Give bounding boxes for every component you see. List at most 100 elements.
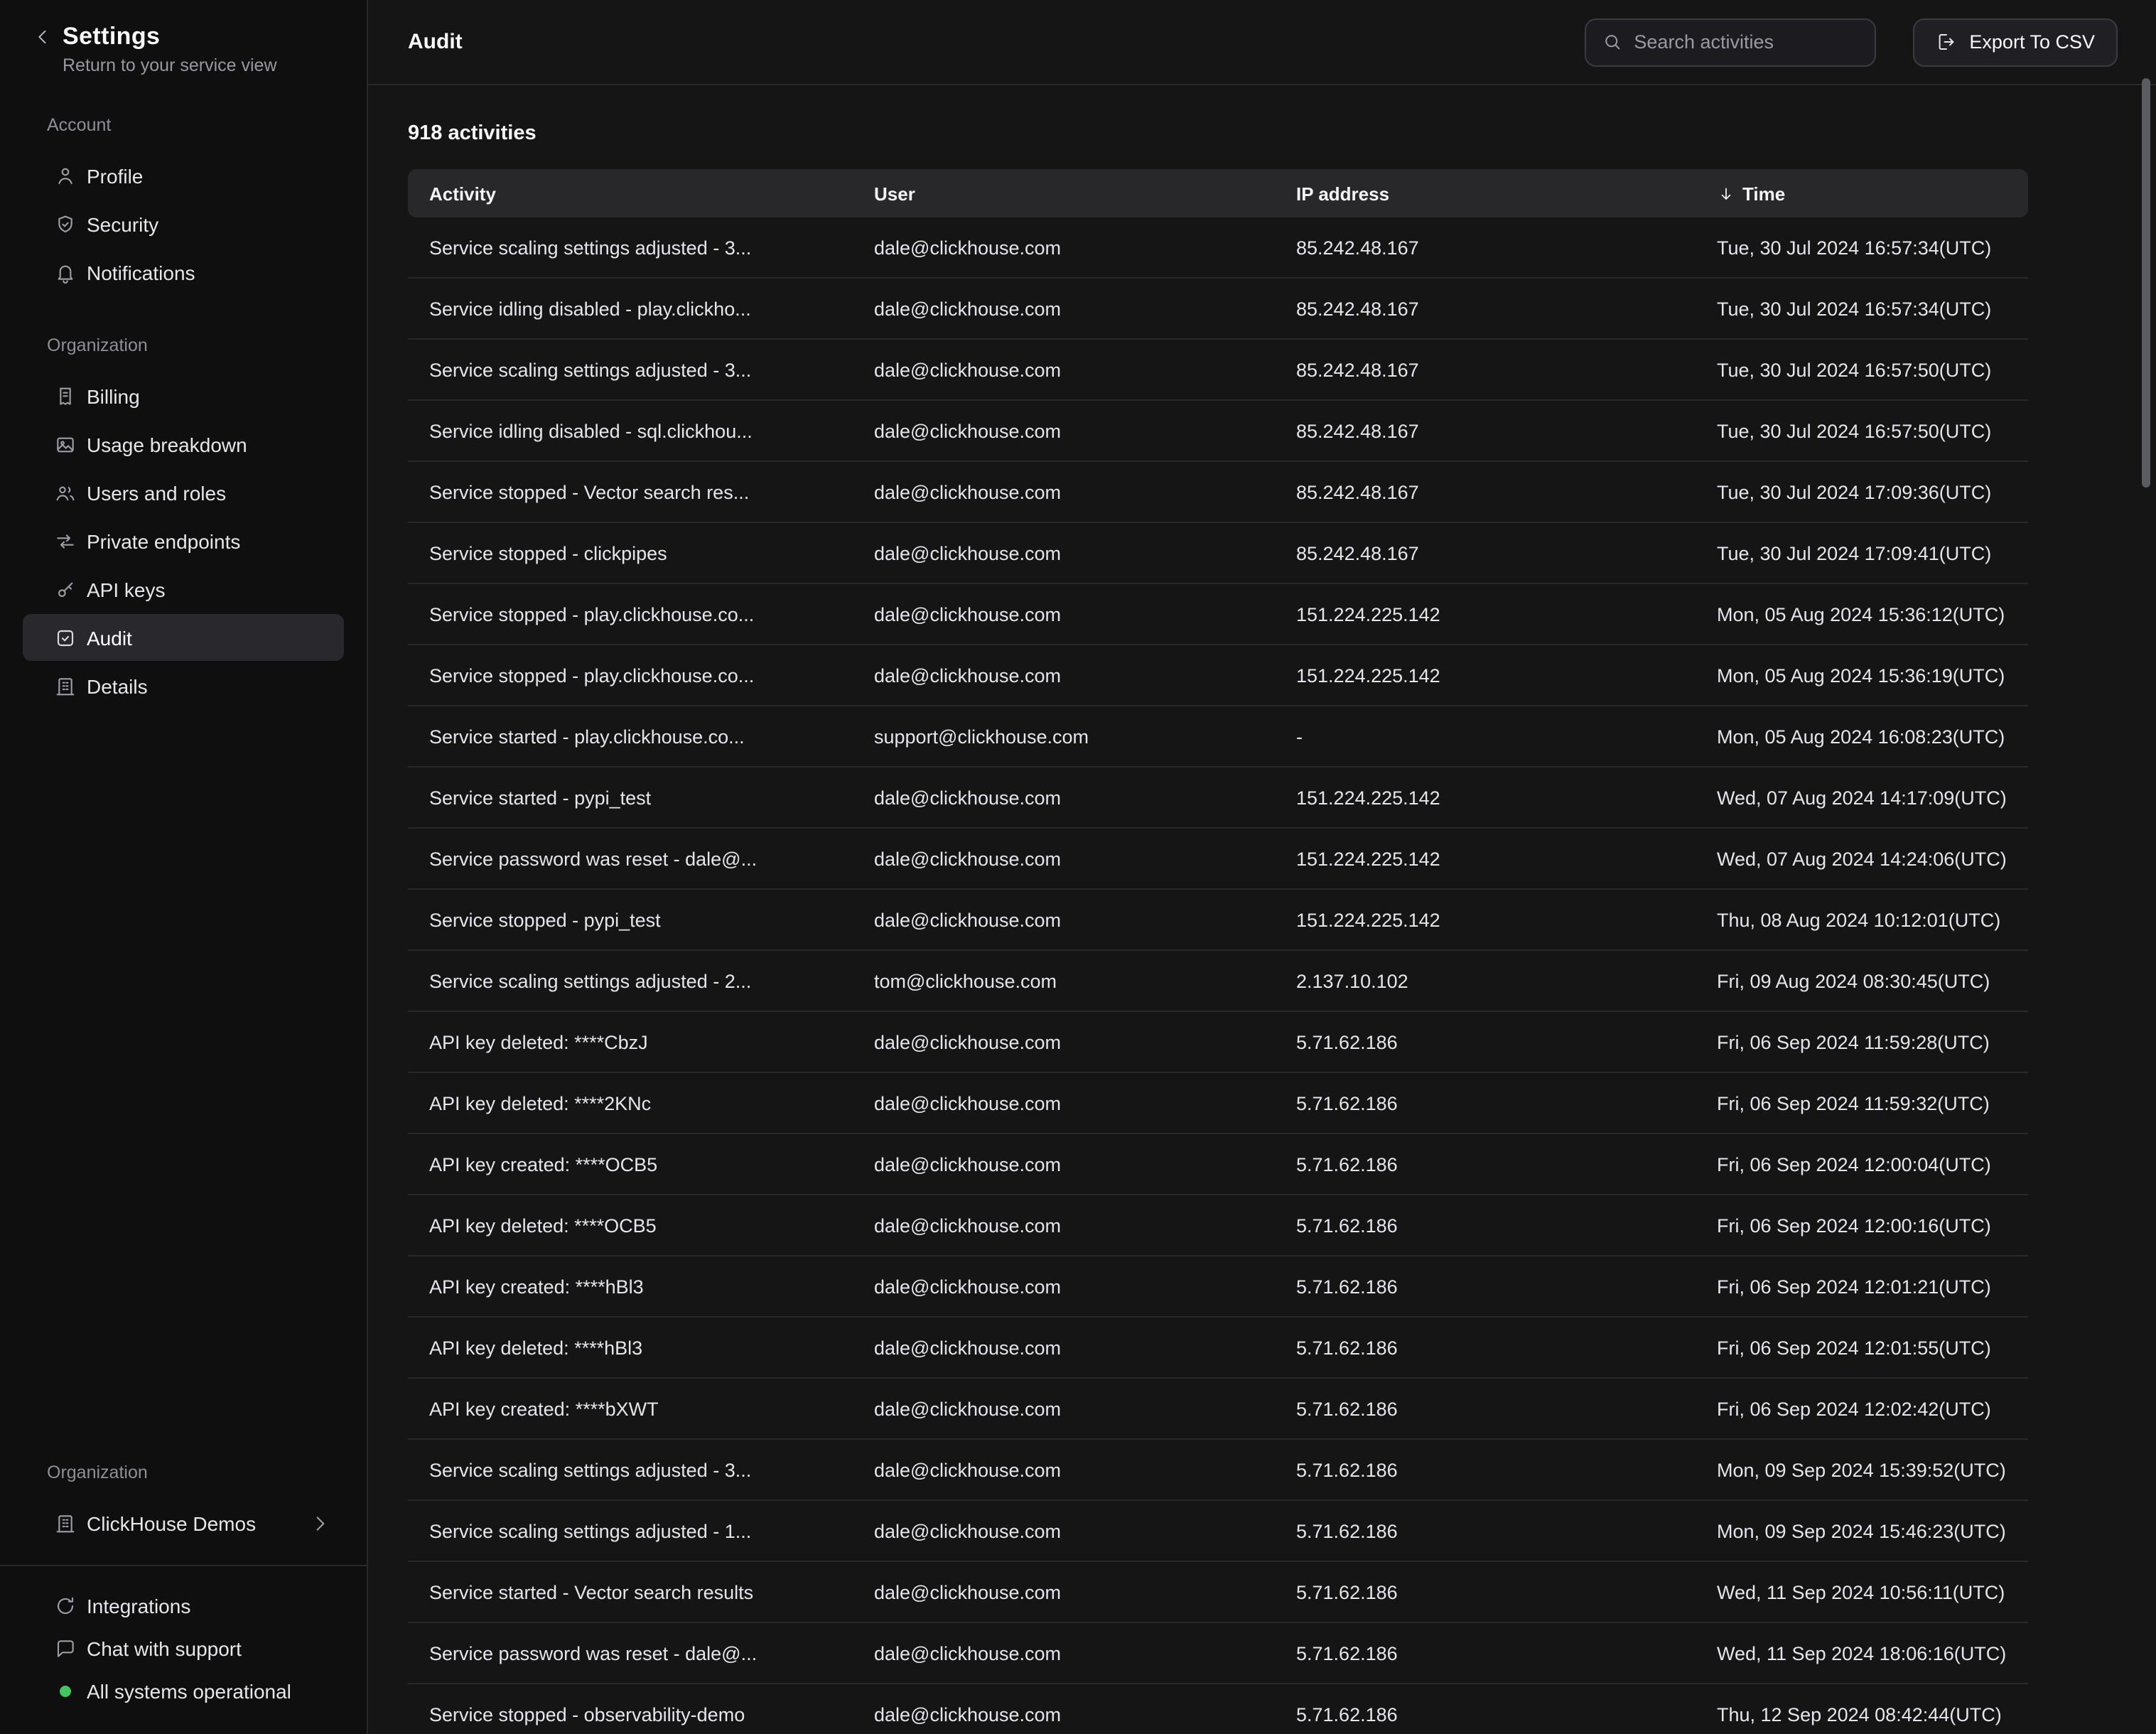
sidebar-item-users-and-roles[interactable]: Users and roles [23, 469, 344, 516]
table-row[interactable]: Service stopped - Vector search res... d… [408, 462, 2028, 523]
org-switcher[interactable]: ClickHouse Demos [23, 1499, 344, 1546]
table-row[interactable]: API key created: ****OCB5 dale@clickhous… [408, 1134, 2028, 1195]
ip-cell: 85.242.48.167 [1275, 237, 1696, 258]
table-row[interactable]: Service started - pypi_test dale@clickho… [408, 768, 2028, 829]
audit-table: Activity User IP address Time [408, 169, 2028, 1734]
user-cell: dale@clickhouse.com [853, 848, 1275, 869]
sidebar-item-chat-support[interactable]: Chat with support [0, 1627, 367, 1670]
topbar: Audit Export To CSV [368, 0, 2156, 85]
ip-cell: 5.71.62.186 [1275, 1337, 1696, 1358]
table-row[interactable]: Service stopped - observability-demo dal… [408, 1684, 2028, 1734]
table-row[interactable]: API key deleted: ****2KNc dale@clickhous… [408, 1073, 2028, 1134]
user-cell: dale@clickhouse.com [853, 1459, 1275, 1480]
search-box[interactable] [1584, 18, 1875, 66]
column-header-activity[interactable]: Activity [408, 183, 853, 204]
system-status[interactable]: All systems operational [0, 1670, 367, 1713]
account-nav: Profile Security Notifications [0, 152, 367, 296]
time-cell: Wed, 11 Sep 2024 18:06:16(UTC) [1696, 1642, 2028, 1664]
sidebar-item-integrations[interactable]: Integrations [0, 1585, 367, 1627]
column-header-time[interactable]: Time [1696, 183, 2028, 204]
table-row[interactable]: API key deleted: ****CbzJ dale@clickhous… [408, 1012, 2028, 1073]
export-csv-button[interactable]: Export To CSV [1912, 18, 2118, 66]
org-switcher-label: Organization [47, 1463, 367, 1482]
table-row[interactable]: API key deleted: ****OCB5 dale@clickhous… [408, 1195, 2028, 1256]
sidebar-item-api-keys[interactable]: API keys [23, 566, 344, 613]
sidebar-subtitle[interactable]: Return to your service view [63, 55, 344, 75]
table-row[interactable]: API key deleted: ****hBl3 dale@clickhous… [408, 1318, 2028, 1379]
table-row[interactable]: Service stopped - play.clickhouse.co... … [408, 584, 2028, 645]
search-icon [1601, 31, 1622, 53]
activity-cell: Service stopped - clickpipes [408, 542, 853, 564]
ip-cell: 85.242.48.167 [1275, 481, 1696, 502]
building-icon [54, 674, 77, 697]
user-cell: dale@clickhouse.com [853, 1337, 1275, 1358]
ip-cell: 151.224.225.142 [1275, 664, 1696, 686]
column-header-user[interactable]: User [853, 183, 1275, 204]
sidebar-item-profile[interactable]: Profile [23, 152, 344, 199]
table-row[interactable]: Service scaling settings adjusted - 3...… [408, 217, 2028, 279]
time-cell: Tue, 30 Jul 2024 17:09:41(UTC) [1696, 542, 2028, 564]
status-dot [54, 1680, 77, 1703]
sidebar-item-billing[interactable]: Billing [23, 372, 344, 419]
table-row[interactable]: Service stopped - clickpipes dale@clickh… [408, 523, 2028, 584]
activity-cell: Service stopped - pypi_test [408, 909, 853, 930]
table-row[interactable]: Service idling disabled - sql.clickhou..… [408, 401, 2028, 462]
organization-nav: Billing Usage breakdown Users and roles … [0, 372, 367, 709]
user-cell: dale@clickhouse.com [853, 664, 1275, 686]
building-icon [54, 1512, 77, 1534]
user-cell: dale@clickhouse.com [853, 1520, 1275, 1541]
user-cell: dale@clickhouse.com [853, 420, 1275, 441]
user-cell: dale@clickhouse.com [853, 1031, 1275, 1052]
sidebar-item-private-endpoints[interactable]: Private endpoints [23, 517, 344, 564]
time-cell: Mon, 09 Sep 2024 15:39:52(UTC) [1696, 1459, 2028, 1480]
sidebar-item-audit[interactable]: Audit [23, 614, 344, 661]
sidebar-item-usage-breakdown[interactable]: Usage breakdown [23, 421, 344, 468]
time-cell: Mon, 05 Aug 2024 15:36:19(UTC) [1696, 664, 2028, 686]
activity-cell: API key created: ****hBl3 [408, 1276, 853, 1297]
table-row[interactable]: Service scaling settings adjusted - 1...… [408, 1501, 2028, 1562]
section-label-organization: Organization [47, 335, 367, 355]
column-header-ip[interactable]: IP address [1275, 183, 1696, 204]
time-cell: Fri, 06 Sep 2024 11:59:32(UTC) [1696, 1092, 2028, 1114]
activity-cell: Service scaling settings adjusted - 3... [408, 359, 853, 380]
table-row[interactable]: API key created: ****hBl3 dale@clickhous… [408, 1256, 2028, 1318]
vertical-scrollbar[interactable] [2142, 78, 2150, 488]
time-cell: Fri, 09 Aug 2024 08:30:45(UTC) [1696, 970, 2028, 991]
chevron-left-icon[interactable] [33, 27, 53, 47]
table-row[interactable]: Service scaling settings adjusted - 3...… [408, 1440, 2028, 1501]
search-input[interactable] [1634, 31, 1858, 53]
user-cell: dale@clickhouse.com [853, 1642, 1275, 1664]
bell-icon [54, 261, 77, 284]
activity-cell: API key deleted: ****OCB5 [408, 1215, 853, 1236]
table-row[interactable]: API key created: ****bXWT dale@clickhous… [408, 1379, 2028, 1440]
sidebar-divider [0, 1565, 367, 1566]
table-row[interactable]: Service scaling settings adjusted - 3...… [408, 340, 2028, 401]
user-cell: dale@clickhouse.com [853, 1092, 1275, 1114]
sidebar-item-details[interactable]: Details [23, 662, 344, 709]
billing-icon [54, 384, 77, 407]
table-row[interactable]: Service started - play.clickhouse.co... … [408, 706, 2028, 768]
ip-cell: 5.71.62.186 [1275, 1276, 1696, 1297]
main-panel: Audit Export To CSV 918 activities [368, 0, 2156, 1734]
sidebar-item-security[interactable]: Security [23, 200, 344, 247]
sidebar-item-notifications[interactable]: Notifications [23, 249, 344, 296]
table-row[interactable]: Service scaling settings adjusted - 2...… [408, 951, 2028, 1012]
ip-cell: - [1275, 726, 1696, 747]
sidebar-item-label: API keys [87, 578, 166, 601]
table-row[interactable]: Service password was reset - dale@... da… [408, 829, 2028, 890]
user-cell: dale@clickhouse.com [853, 359, 1275, 380]
activity-cell: API key created: ****bXWT [408, 1398, 853, 1419]
time-cell: Mon, 05 Aug 2024 15:36:12(UTC) [1696, 603, 2028, 625]
sidebar-bottom: Organization ClickHouse Demos Integratio… [0, 1463, 367, 1734]
footer-item-label: Integrations [87, 1595, 190, 1617]
table-row[interactable]: Service stopped - play.clickhouse.co... … [408, 645, 2028, 706]
ip-cell: 5.71.62.186 [1275, 1459, 1696, 1480]
arrow-down-icon [1717, 184, 1735, 203]
table-row[interactable]: Service stopped - pypi_test dale@clickho… [408, 890, 2028, 951]
ip-cell: 5.71.62.186 [1275, 1581, 1696, 1603]
table-row[interactable]: Service password was reset - dale@... da… [408, 1623, 2028, 1684]
table-row[interactable]: Service started - Vector search results … [408, 1562, 2028, 1623]
ip-cell: 5.71.62.186 [1275, 1520, 1696, 1541]
table-row[interactable]: Service idling disabled - play.clickho..… [408, 279, 2028, 340]
user-cell: dale@clickhouse.com [853, 237, 1275, 258]
